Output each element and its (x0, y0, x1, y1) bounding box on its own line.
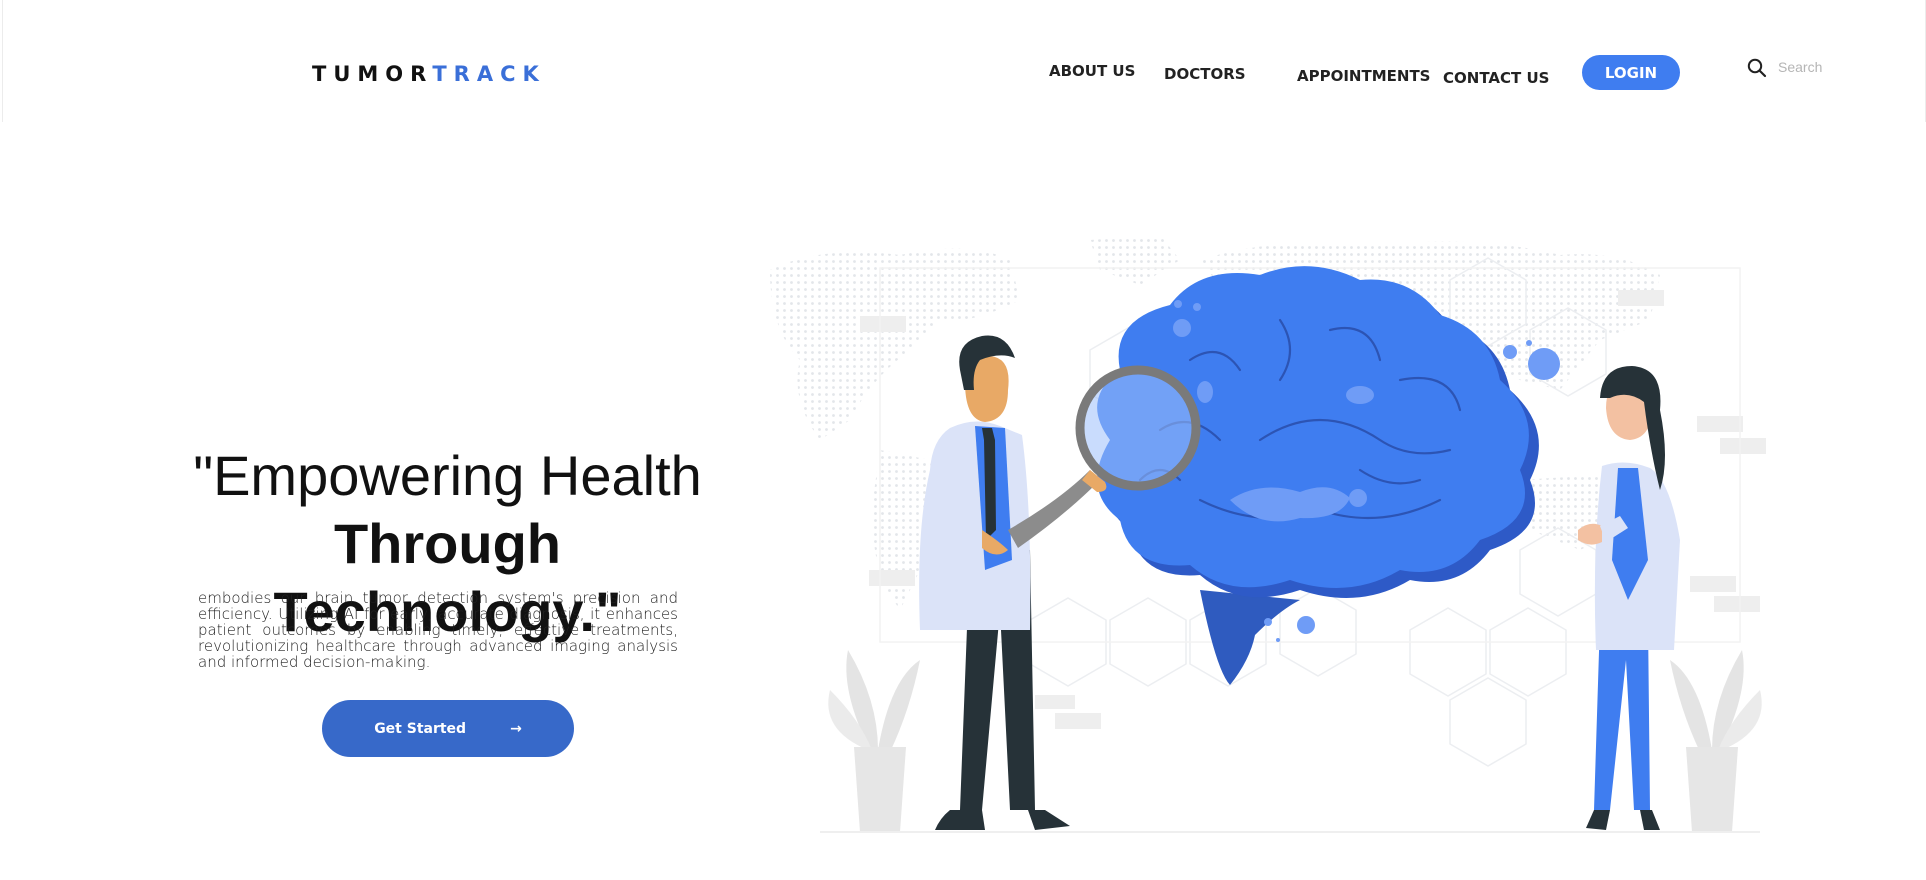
plant-left (828, 650, 920, 832)
doctor-male-illustration (919, 335, 1201, 830)
get-started-label: Get Started (374, 720, 467, 737)
nav-appointments[interactable]: APPOINTMENTS (1297, 67, 1430, 85)
login-button[interactable]: LOGIN (1582, 55, 1680, 90)
header-border-left (2, 0, 3, 122)
brand-logo[interactable]: TUMORTRACK (312, 62, 546, 86)
search-icon[interactable] (1746, 57, 1768, 79)
nav-doctors[interactable]: DOCTORS (1164, 65, 1246, 83)
doctor-female-illustration (1578, 366, 1680, 830)
nav-about-us[interactable]: ABOUT US (1049, 62, 1135, 80)
plant-right (1670, 650, 1762, 832)
brain-scan-illustration (770, 235, 1766, 833)
logo-text-track: TRACK (432, 62, 546, 86)
get-started-button[interactable]: Get Started → (322, 700, 574, 757)
hero-title-line1: "Empowering Health (193, 444, 702, 507)
arrow-right-icon: → (510, 720, 522, 737)
logo-text-tumor: TUMOR (312, 62, 433, 86)
hero-description: embodies our brain tumor detection syste… (198, 589, 678, 671)
site-header: TUMORTRACK ABOUT US DOCTORS APPOINTMENTS… (0, 0, 1926, 122)
search-input[interactable] (1778, 56, 1888, 78)
nav-contact-us[interactable]: CONTACT US (1443, 69, 1549, 87)
